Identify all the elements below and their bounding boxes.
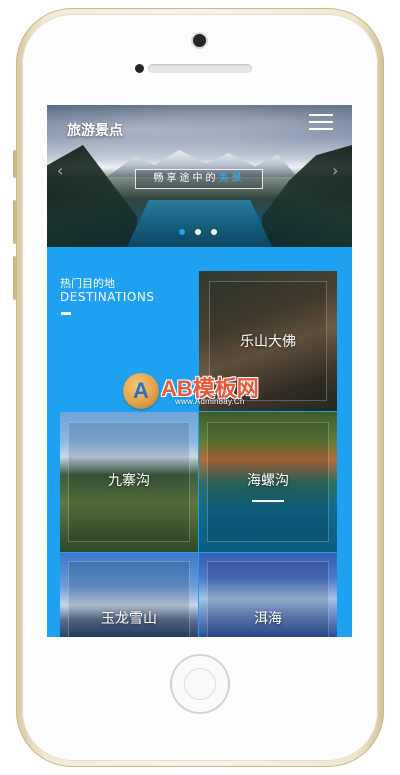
section-title-en: DESTINATIONS [60, 290, 155, 304]
section-title-underline [61, 312, 71, 315]
banner-prev-arrow-icon[interactable]: ‹ [57, 163, 63, 179]
watermark-badge-icon: A [123, 373, 159, 409]
destination-underline [252, 500, 284, 502]
destination-name: 洱海 [254, 611, 282, 627]
site-header: 旅游景点 [47, 105, 352, 141]
proximity-sensor [135, 64, 144, 73]
destination-name: 玉龙雪山 [101, 611, 157, 627]
ab-template-watermark: A AB模板网 www.Admin8ay.Cn [123, 367, 283, 417]
volume-down-button [13, 256, 16, 300]
banner-dot-1[interactable] [179, 229, 185, 235]
destination-card-jiuzhaigou[interactable]: 九寨沟 [60, 412, 198, 552]
banner-dot-3[interactable] [211, 229, 217, 235]
menu-bar-middle [309, 121, 333, 123]
destination-card-erhai[interactable]: 洱海 [199, 553, 337, 637]
section-title-cn: 热门目的地 [60, 277, 115, 290]
menu-bar-top [309, 114, 333, 116]
phone-screen: 畅享途中的美景 ‹ › 旅游景点 热门目的地 DESTINATIONS 乐山大佛… [47, 105, 352, 637]
destination-name: 乐山大佛 [240, 334, 296, 350]
hamburger-menu-icon[interactable] [309, 112, 333, 130]
slogan-text: 畅享途中的 [153, 173, 219, 184]
earpiece-speaker [148, 64, 252, 73]
site-logo[interactable]: 旅游景点 [67, 120, 123, 140]
banner-slogan: 畅享途中的美景 [135, 169, 263, 189]
mute-switch [13, 150, 16, 178]
home-button-ring [184, 668, 216, 700]
destination-card-hailuogou[interactable]: 海螺沟 [199, 412, 337, 552]
volume-up-button [13, 200, 16, 244]
slogan-highlight: 美景 [218, 173, 245, 184]
watermark-badge-letter: A [133, 378, 149, 403]
menu-bar-bottom [309, 128, 333, 130]
destination-card-yulong-snow-mountain[interactable]: 玉龙雪山 [60, 553, 198, 637]
banner-lake [127, 200, 272, 247]
banner-dot-2[interactable] [195, 229, 201, 235]
banner-pagination [175, 229, 225, 239]
banner-next-arrow-icon[interactable]: › [332, 163, 338, 179]
front-camera [193, 34, 206, 47]
destination-name: 九寨沟 [108, 473, 150, 489]
watermark-url: www.Admin8ay.Cn [175, 397, 245, 406]
home-button[interactable] [170, 654, 230, 714]
destination-name: 海螺沟 [247, 473, 289, 489]
